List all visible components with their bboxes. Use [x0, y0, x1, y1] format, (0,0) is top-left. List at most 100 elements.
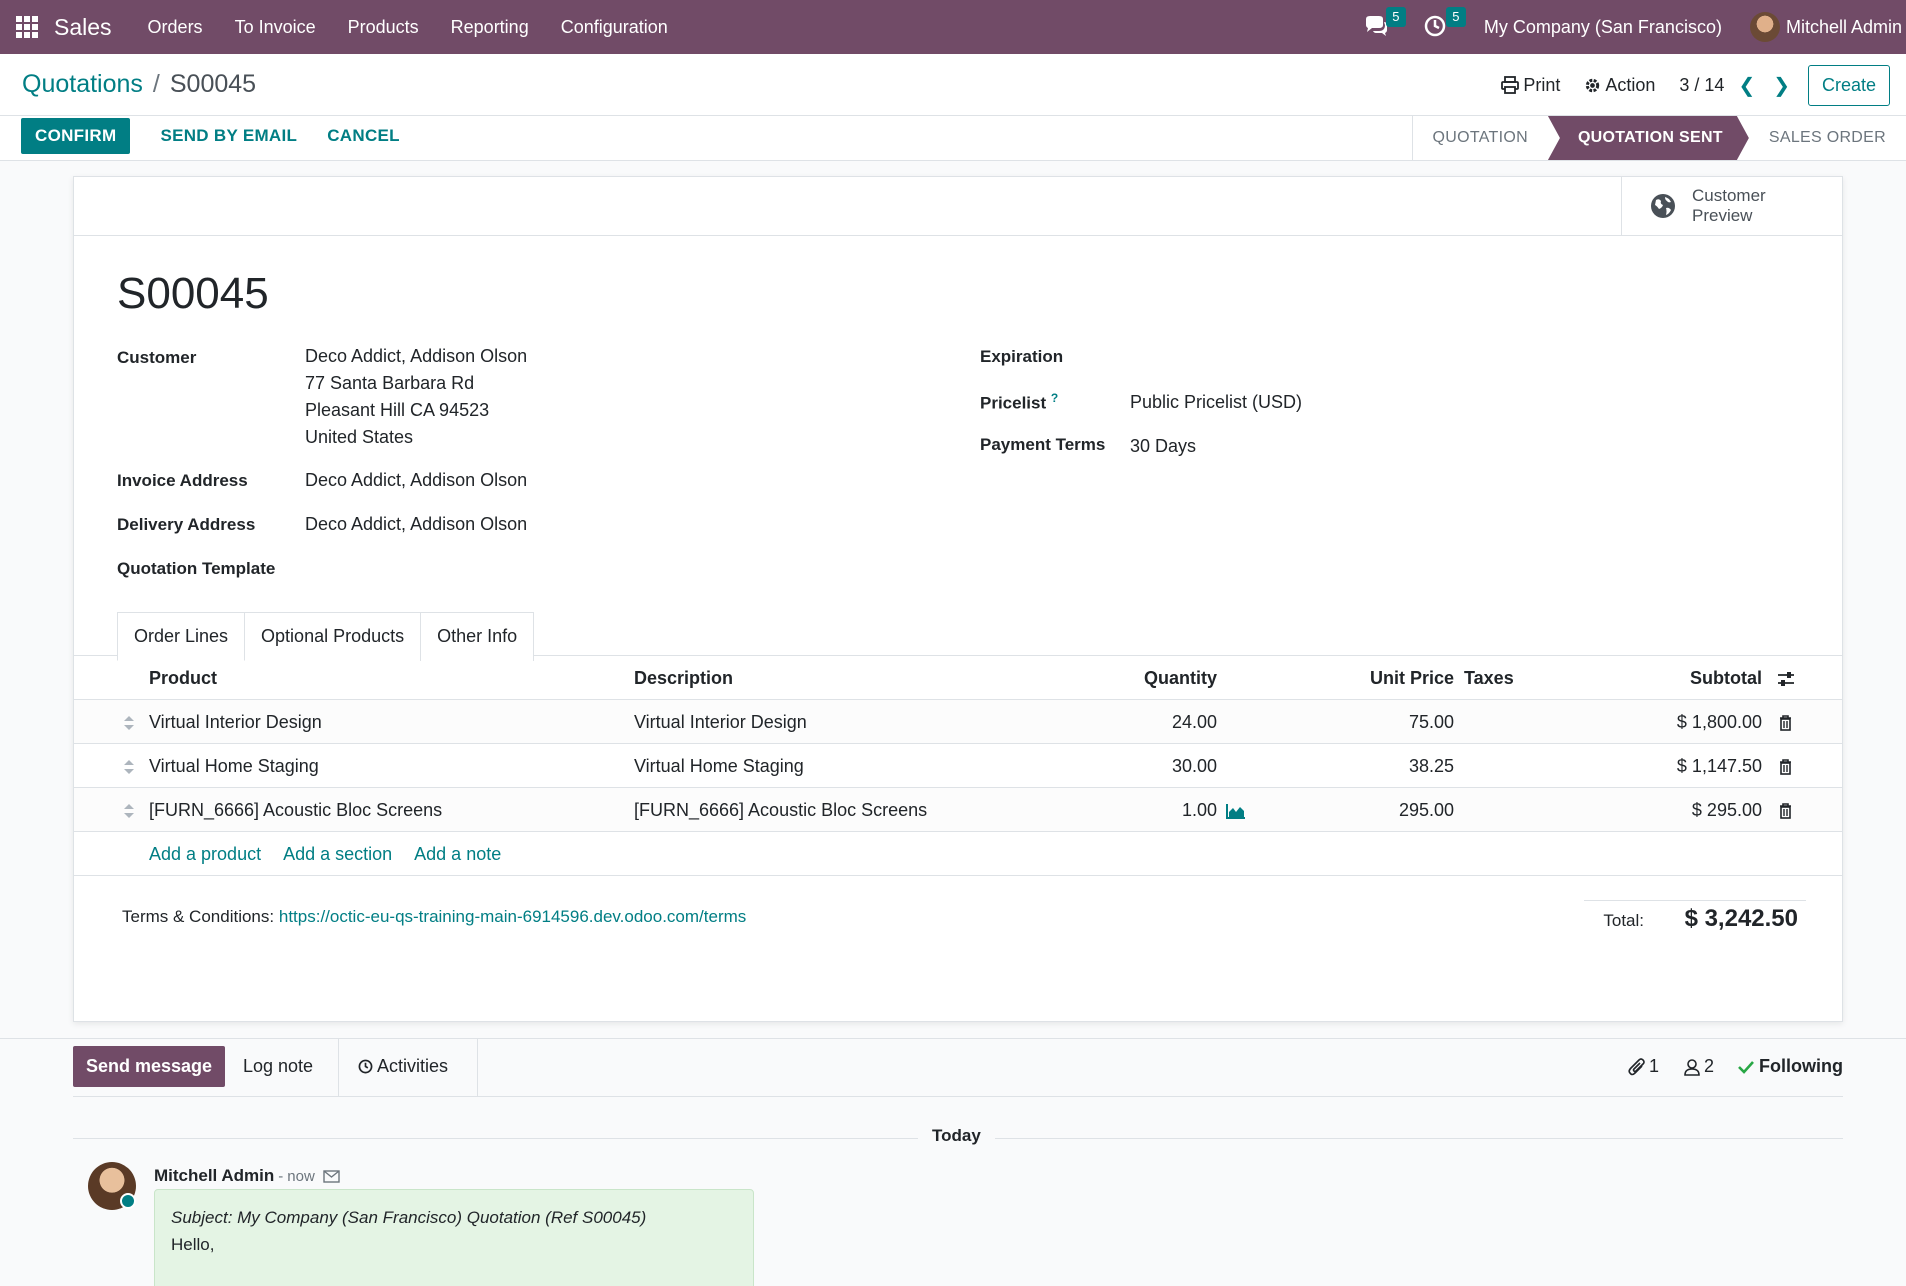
- add-product-link[interactable]: Add a product: [149, 832, 261, 876]
- message-subject: Subject: My Company (San Francisco) Quot…: [171, 1208, 647, 1227]
- row-delete-trash-icon[interactable]: [1779, 744, 1792, 788]
- menu-reporting[interactable]: Reporting: [435, 17, 545, 38]
- row-drag-handle-icon[interactable]: [123, 788, 135, 832]
- print-button[interactable]: Print: [1501, 75, 1560, 96]
- row-delete-trash-icon[interactable]: [1779, 788, 1792, 832]
- followers-button[interactable]: 2: [1683, 1056, 1714, 1077]
- app-name[interactable]: Sales: [54, 14, 112, 41]
- stage-quotation[interactable]: QUOTATION: [1413, 116, 1548, 160]
- row-description[interactable]: Virtual Interior Design: [634, 700, 807, 744]
- header-taxes[interactable]: Taxes: [1464, 656, 1514, 700]
- pricelist-help-icon[interactable]: ?: [1051, 391, 1058, 405]
- customer-country: United States: [305, 427, 414, 447]
- sliders-icon: [1778, 672, 1794, 687]
- globe-icon: [1651, 194, 1675, 218]
- forecast-chart-icon[interactable]: [1226, 788, 1246, 832]
- row-delete-trash-icon[interactable]: [1779, 700, 1792, 744]
- company-switcher[interactable]: My Company (San Francisco): [1484, 17, 1722, 38]
- header-product[interactable]: Product: [149, 656, 217, 700]
- message-bubble: Subject: My Company (San Francisco) Quot…: [154, 1189, 754, 1286]
- tab-optional-products[interactable]: Optional Products: [244, 612, 422, 661]
- pricelist-label: Pricelist ?: [980, 391, 1058, 414]
- trash-icon: [1780, 803, 1791, 820]
- add-note-link[interactable]: Add a note: [414, 832, 501, 876]
- add-section-link[interactable]: Add a section: [283, 832, 392, 876]
- row-drag-handle-icon[interactable]: [123, 744, 135, 788]
- order-lines-table: Product Description Quantity Unit Price …: [74, 656, 1842, 876]
- header-subtotal[interactable]: Subtotal: [1574, 656, 1762, 700]
- action-button[interactable]: Action: [1584, 75, 1655, 96]
- breadcrumb-quotations[interactable]: Quotations: [22, 70, 143, 99]
- message-dash: -: [278, 1167, 284, 1185]
- activity-menu[interactable]: 5: [1424, 7, 1466, 39]
- pager-value[interactable]: 3 / 14: [1679, 75, 1724, 96]
- quotation-template-label: Quotation Template: [117, 559, 276, 578]
- envelope-icon[interactable]: [323, 1169, 340, 1183]
- pager-previous-icon[interactable]: ❮: [1738, 73, 1755, 98]
- send-message-button[interactable]: Send message: [73, 1046, 226, 1087]
- attachments-button[interactable]: 1: [1628, 1056, 1659, 1077]
- row-description[interactable]: [FURN_6666] Acoustic Bloc Screens: [634, 788, 927, 832]
- chatter-topbar-right: 1 2 Following: [1604, 1056, 1843, 1077]
- delivery-address-field[interactable]: Deco Addict, Addison Olson: [305, 511, 527, 538]
- cancel-button[interactable]: CANCEL: [327, 126, 400, 146]
- row-quantity[interactable]: 24.00: [1074, 700, 1217, 744]
- header-unit-price[interactable]: Unit Price: [1274, 656, 1454, 700]
- message-header: Mitchell Admin - now: [154, 1166, 340, 1186]
- apps-grid-icon[interactable]: [16, 16, 38, 38]
- following-button[interactable]: Following: [1738, 1056, 1843, 1077]
- message-time: now: [287, 1167, 315, 1185]
- create-button[interactable]: Create: [1807, 64, 1890, 106]
- activities-button[interactable]: Activities: [358, 1056, 448, 1077]
- send-by-email-button[interactable]: SEND BY EMAIL: [160, 126, 297, 146]
- menu-to-invoice[interactable]: To Invoice: [219, 17, 332, 38]
- row-unit-price[interactable]: 38.25: [1274, 744, 1454, 788]
- customer-preview-label: Customer Preview: [1692, 186, 1766, 225]
- optional-columns-icon[interactable]: [1777, 656, 1795, 700]
- payment-terms-field[interactable]: 30 Days: [1130, 433, 1196, 460]
- chatter-separator: [477, 1038, 478, 1096]
- expiration-field[interactable]: [1130, 343, 1530, 370]
- log-note-button[interactable]: Log note: [243, 1056, 313, 1077]
- confirm-button[interactable]: CONFIRM: [21, 118, 131, 154]
- row-description[interactable]: Virtual Home Staging: [634, 744, 804, 788]
- row-product[interactable]: Virtual Home Staging: [149, 744, 319, 788]
- chatter-top-divider: [0, 1038, 1906, 1039]
- tab-order-lines[interactable]: Order Lines: [117, 612, 246, 661]
- row-product[interactable]: [FURN_6666] Acoustic Bloc Screens: [149, 788, 442, 832]
- header-description[interactable]: Description: [634, 656, 733, 700]
- menu-configuration[interactable]: Configuration: [545, 17, 684, 38]
- message-author-name[interactable]: Mitchell Admin: [154, 1166, 274, 1186]
- notebook-tabs: Order Lines Optional Products Other Info: [117, 612, 535, 661]
- table-row[interactable]: Virtual Home Staging Virtual Home Stagin…: [74, 744, 1842, 788]
- row-subtotal: $ 1,147.50: [1676, 756, 1762, 776]
- quotation-template-field[interactable]: [305, 555, 705, 582]
- pricelist-field[interactable]: Public Pricelist (USD): [1130, 389, 1302, 416]
- row-quantity[interactable]: 1.00: [1074, 788, 1217, 832]
- row-unit-price[interactable]: 295.00: [1274, 788, 1454, 832]
- header-quantity[interactable]: Quantity: [1074, 656, 1217, 700]
- total-divider: [1584, 900, 1806, 901]
- pager-next-icon[interactable]: ❯: [1773, 73, 1790, 98]
- user-menu[interactable]: Mitchell Admin: [1749, 12, 1902, 42]
- stage-quotation-sent[interactable]: QUOTATION SENT: [1548, 116, 1749, 160]
- following-label: Following: [1759, 1056, 1843, 1076]
- date-separator-label: Today: [918, 1126, 995, 1146]
- table-row[interactable]: [FURN_6666] Acoustic Bloc Screens [FURN_…: [74, 788, 1842, 832]
- menu-orders[interactable]: Orders: [132, 17, 219, 38]
- messaging-menu[interactable]: 5: [1364, 7, 1406, 39]
- table-row[interactable]: Virtual Interior Design Virtual Interior…: [74, 700, 1842, 744]
- row-drag-handle-icon[interactable]: [123, 700, 135, 744]
- form-action-buttons: CONFIRM SEND BY EMAIL CANCEL: [21, 118, 400, 154]
- row-quantity[interactable]: 30.00: [1074, 744, 1217, 788]
- customer-preview-button[interactable]: Customer Preview: [1621, 177, 1842, 235]
- tab-other-info[interactable]: Other Info: [420, 612, 535, 661]
- customer-field[interactable]: Deco Addict, Addison Olson 77 Santa Barb…: [305, 343, 527, 451]
- row-product[interactable]: Virtual Interior Design: [149, 700, 322, 744]
- row-unit-price[interactable]: 75.00: [1274, 700, 1454, 744]
- stage-sales-order[interactable]: SALES ORDER: [1749, 116, 1906, 160]
- menu-products[interactable]: Products: [332, 17, 435, 38]
- status-bar: QUOTATION QUOTATION SENT SALES ORDER: [1411, 116, 1906, 160]
- invoice-address-field[interactable]: Deco Addict, Addison Olson: [305, 467, 527, 494]
- terms-url-link[interactable]: https://octic-eu-qs-training-main-691459…: [279, 907, 746, 926]
